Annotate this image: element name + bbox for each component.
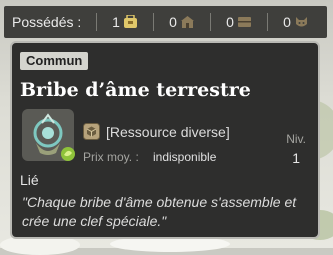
storage-icon (237, 17, 251, 27)
owned-count: 0 (283, 14, 291, 30)
resource-type-icon (83, 123, 100, 140)
kama-icon (61, 147, 75, 161)
item-description: "Chaque bribe d'âme obtenue s'assemble e… (22, 194, 297, 229)
owned-count: 0 (226, 14, 234, 30)
item-tooltip: Commun Bribe d’âme terrestre [Ressource … (10, 41, 320, 239)
bag-icon (123, 15, 137, 28)
owned-bag: 1 (97, 14, 153, 30)
rarity-badge: Commun (20, 52, 89, 70)
average-price-value: indisponible (153, 150, 217, 164)
owned-pet: 0 (268, 14, 324, 30)
pet-icon (295, 17, 307, 27)
owned-count: 0 (169, 14, 177, 30)
owned-bar: Possédés : 1 0 0 0 (4, 6, 327, 38)
owned-count: 1 (112, 14, 120, 30)
bound-status: Lié (20, 172, 39, 188)
owned-chest: 0 (154, 14, 210, 30)
chest-icon (180, 16, 194, 28)
owned-label: Possédés : (12, 14, 82, 30)
item-name: Bribe d’âme terrestre (20, 79, 251, 101)
item-type: [Ressource diverse] (106, 124, 230, 140)
owned-storage: 0 (211, 14, 267, 30)
level-value: 1 (292, 150, 300, 166)
average-price-label: Prix moy. : (83, 150, 139, 164)
level-label: Niv. (286, 132, 306, 146)
